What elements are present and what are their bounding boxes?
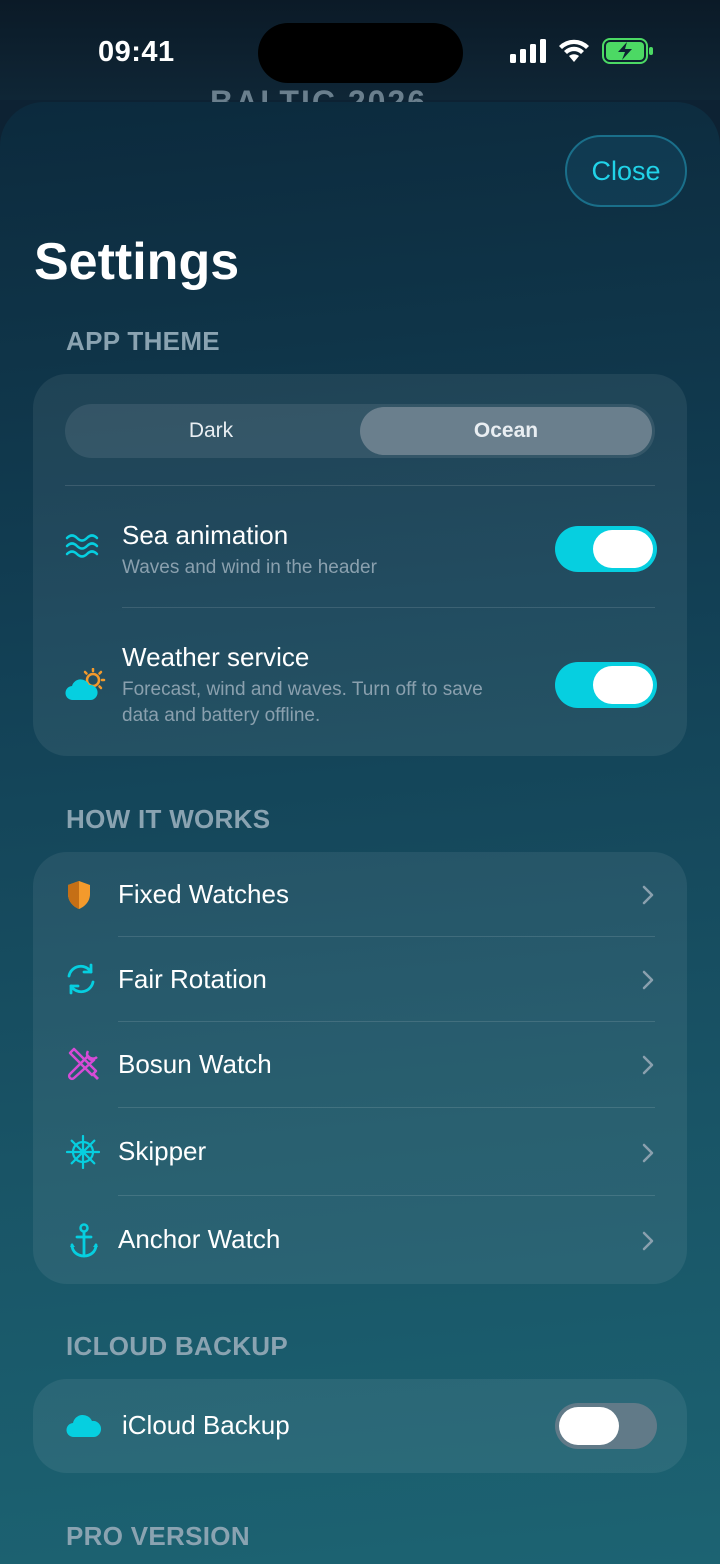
weather-partly-sunny-icon <box>65 668 107 702</box>
cloud-icon <box>66 1412 102 1438</box>
list-item-label: Fair Rotation <box>118 964 267 994</box>
chevron-right-icon <box>642 970 654 990</box>
list-item-fair-rotation[interactable]: Fair Rotation <box>33 937 687 1022</box>
rotation-arrows-icon <box>64 962 98 996</box>
icloud-backup-toggle[interactable] <box>555 1403 657 1449</box>
list-item-fixed-watches[interactable]: Fixed Watches <box>33 852 687 937</box>
tools-icon <box>66 1047 100 1081</box>
chevron-right-icon <box>642 1143 654 1163</box>
icloud-backup-label: iCloud Backup <box>122 1410 290 1440</box>
list-item-label: Fixed Watches <box>118 879 289 909</box>
toggle-knob <box>593 530 653 568</box>
list-item-label: Anchor Watch <box>118 1224 281 1254</box>
sea-animation-title: Sea animation <box>122 520 289 550</box>
theme-option-ocean[interactable]: Ocean <box>360 407 652 455</box>
settings-sheet: Close Settings APP THEME Dark Ocean Sea … <box>0 102 720 1564</box>
status-bar: 09:41 BALTIC 2026 <box>0 0 720 120</box>
status-icons <box>510 38 654 64</box>
battery-charging-icon <box>602 38 653 64</box>
helm-wheel-icon <box>66 1135 100 1169</box>
toggle-knob <box>593 666 653 704</box>
theme-option-dark[interactable]: Dark <box>65 407 357 455</box>
chevron-right-icon <box>642 1231 654 1251</box>
chevron-right-icon <box>642 885 654 905</box>
sea-animation-subtitle: Waves and wind in the header <box>122 557 377 578</box>
shield-icon <box>66 880 92 910</box>
weather-service-subtitle-line2: data and battery offline. <box>122 705 321 726</box>
close-button[interactable]: Close <box>565 135 687 207</box>
status-time: 09:41 <box>98 36 175 68</box>
list-item-skipper[interactable]: Skipper <box>33 1108 687 1196</box>
toggle-knob <box>559 1407 619 1445</box>
weather-service-subtitle-line1: Forecast, wind and waves. Turn off to sa… <box>122 679 483 700</box>
section-header-pro-version: PRO VERSION <box>66 1521 250 1551</box>
how-it-works-card: Fixed Watches Fair Rotation Bosun Watch … <box>33 852 687 1284</box>
dynamic-island <box>258 23 463 83</box>
sea-animation-toggle[interactable] <box>555 526 657 572</box>
anchor-icon <box>69 1223 99 1259</box>
list-item-anchor-watch[interactable]: Anchor Watch <box>33 1196 687 1284</box>
theme-segmented-control: Dark Ocean <box>65 404 655 458</box>
section-header-app-theme: APP THEME <box>66 326 220 356</box>
section-header-how-it-works: HOW IT WORKS <box>66 804 271 834</box>
wifi-icon <box>559 39 589 62</box>
section-header-icloud-backup: ICLOUD BACKUP <box>66 1331 289 1361</box>
list-item-label: Skipper <box>118 1136 207 1166</box>
weather-service-title: Weather service <box>122 642 310 672</box>
waves-icon <box>65 530 99 560</box>
list-item-bosun-watch[interactable]: Bosun Watch <box>33 1022 687 1108</box>
divider <box>65 485 655 486</box>
weather-service-toggle[interactable] <box>555 662 657 708</box>
divider <box>122 607 655 608</box>
page-title: Settings <box>34 233 240 291</box>
cellular-signal-icon <box>510 39 546 63</box>
chevron-right-icon <box>642 1055 654 1075</box>
icloud-backup-card: iCloud Backup <box>33 1379 687 1473</box>
app-theme-card: Dark Ocean Sea animation Waves and wind … <box>33 374 687 756</box>
list-item-label: Bosun Watch <box>118 1049 272 1079</box>
